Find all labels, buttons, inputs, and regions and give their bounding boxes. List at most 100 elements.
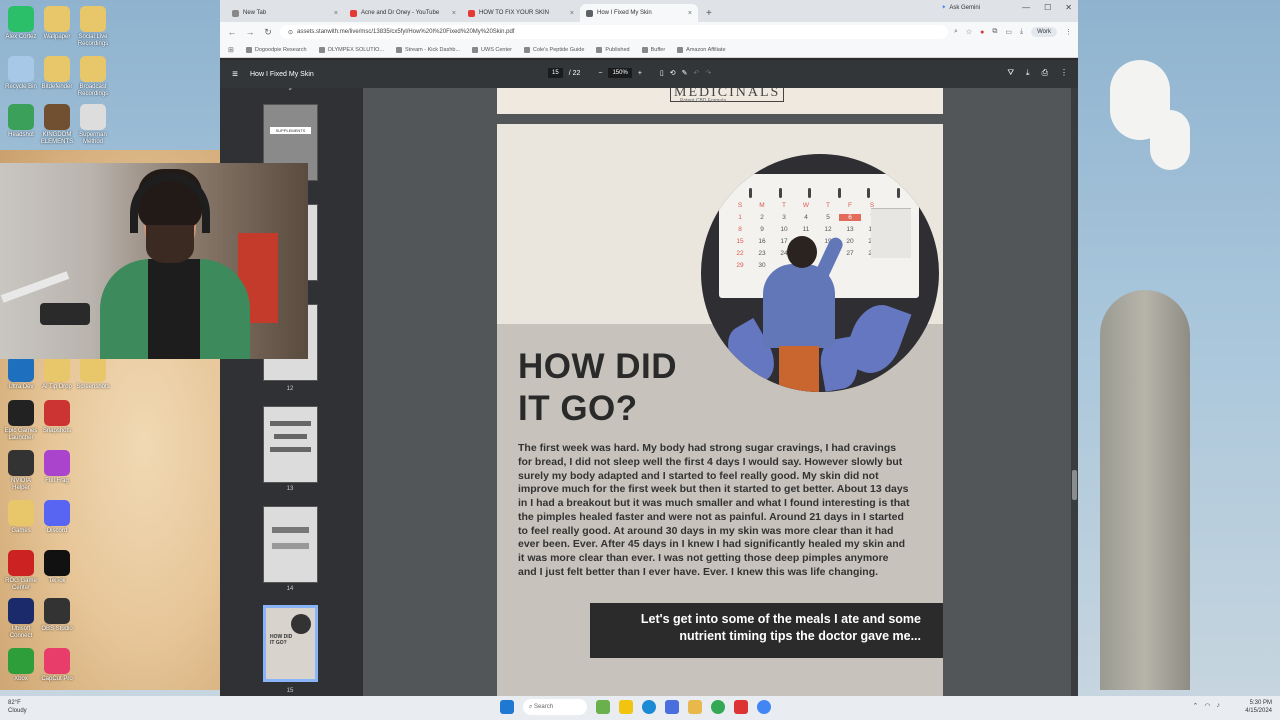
desktop-icon[interactable]: TikTok	[38, 550, 76, 594]
bookmark-item[interactable]: Amazon Affiliate	[677, 46, 726, 53]
extension-record-icon[interactable]: ●	[980, 29, 984, 36]
desktop-icon[interactable]: Ubisoft Connect	[2, 598, 40, 642]
desktop-icon[interactable]: KINGDOM ELEMENTS	[38, 104, 76, 148]
print-icon[interactable]: ⎙	[1042, 68, 1048, 78]
chrome-icon[interactable]	[711, 700, 725, 714]
desktop-icon[interactable]: Alex Cortez	[2, 6, 40, 50]
taskbar-clock[interactable]: 5:30 PM 4/15/2024	[1245, 699, 1272, 715]
desktop-icon-label: Games	[11, 528, 31, 534]
close-window-icon[interactable]: ✕	[1065, 3, 1072, 12]
new-tab-button[interactable]: +	[698, 8, 720, 22]
fit-page-icon[interactable]: ▯	[660, 69, 664, 77]
bookmark-label: OLYMPEX SOLUTIO...	[327, 46, 385, 53]
desktop-icon[interactable]: OBS Studio	[38, 598, 76, 642]
thumbnail-page-13[interactable]	[263, 406, 318, 483]
wifi-icon[interactable]: ◠	[1204, 702, 1210, 710]
apps-grid-icon[interactable]: ⊞	[228, 46, 234, 54]
folder-icon[interactable]	[688, 700, 702, 714]
chevron-up-icon[interactable]: ⌃	[1193, 702, 1199, 710]
desktop-icon[interactable]: Bitdefender	[38, 56, 76, 100]
close-icon[interactable]: ×	[334, 10, 338, 17]
zoom-in-button[interactable]: +	[638, 70, 642, 77]
url-field[interactable]: ⊙ assets.stanwith.me/live/msc/13835/cx5fy…	[280, 25, 948, 39]
desktop-icon[interactable]: Snapshots	[38, 400, 76, 444]
weather-widget[interactable]: 82°F Cloudy	[8, 699, 27, 715]
zoom-out-button[interactable]: −	[598, 70, 602, 77]
desktop-icon[interactable]: Xbox	[2, 648, 40, 692]
tab-new[interactable]: New Tab ×	[226, 4, 344, 22]
redo-icon[interactable]: ↷	[705, 69, 711, 77]
sidebar-panel-icon[interactable]: ▭	[1005, 28, 1012, 36]
ask-gemini-button[interactable]: ✦ Ask Gemini	[941, 4, 980, 12]
chrome-profile-icon[interactable]	[757, 700, 771, 714]
bookmark-item[interactable]: UWS Center	[472, 46, 512, 53]
download-icon[interactable]: ⤓	[1026, 68, 1030, 78]
desktop-icon[interactable]: Epic Games Launcher	[2, 400, 40, 444]
scrollbar-thumb[interactable]	[1072, 470, 1077, 500]
desktop-icon[interactable]: Headshot	[2, 104, 40, 148]
cta-banner: Let's get into some of the meals I ate a…	[590, 603, 943, 658]
bookmark-item[interactable]: Cole's Peptide Guide	[523, 46, 584, 53]
thumbnail-page-15-selected[interactable]: HOW DID IT GO?	[263, 605, 318, 682]
desktop-icon[interactable]: ROG Game Center	[2, 550, 40, 594]
minimize-icon[interactable]: —	[1022, 3, 1030, 12]
download-icon[interactable]: ⤓	[1020, 28, 1023, 36]
undo-icon[interactable]: ↶	[694, 69, 700, 77]
desktop-icon[interactable]: Recycle Bin	[2, 56, 40, 100]
back-arrow-icon[interactable]: ←	[226, 27, 238, 37]
close-icon[interactable]: ×	[452, 10, 456, 17]
desktop-icon[interactable]: Social Live Recordings	[74, 6, 112, 50]
desktop-icon[interactable]: CapCut Pro	[38, 648, 76, 692]
thumbnail-page-14[interactable]	[263, 506, 318, 583]
desktop-icon[interactable]: NVIDIA Helper	[2, 450, 40, 494]
site-info-icon[interactable]: ⊙	[288, 29, 293, 36]
tab-pdf-active[interactable]: How I Fixed My Skin ×	[580, 4, 698, 22]
viewer-scrollbar[interactable]	[1071, 88, 1078, 696]
desktop-icon[interactable]: Discord	[38, 500, 76, 544]
annotate-icon[interactable]: ✎	[682, 69, 688, 77]
windows-start-icon[interactable]	[500, 700, 514, 714]
bookmark-item[interactable]: Stream - Kick Dashb...	[396, 46, 460, 53]
desktop-icon[interactable]: Superman Method	[74, 104, 112, 148]
zoom-level-input[interactable]: 150%	[608, 68, 632, 78]
drive-save-icon[interactable]: ⛛	[1007, 68, 1014, 78]
widgets-icon[interactable]	[596, 700, 610, 714]
desktop-icon[interactable]: Al Tip Drop	[38, 356, 76, 400]
bookmark-item[interactable]: Published	[596, 46, 630, 53]
desktop-icon[interactable]: Games	[2, 500, 40, 544]
volume-icon[interactable]: ♪	[1217, 702, 1221, 710]
calendar-cell: 1	[738, 214, 742, 221]
page-number-input[interactable]: 15	[548, 68, 563, 78]
app-red-icon[interactable]	[734, 700, 748, 714]
bookmark-favicon-icon	[677, 46, 684, 53]
menu-hamburger-icon[interactable]: ≡	[220, 69, 250, 80]
tab-youtube-fix-skin[interactable]: HOW TO FIX YOUR SKIN ×	[462, 4, 580, 22]
taskbar-search[interactable]: ⌕ Search	[523, 699, 587, 715]
search-icon[interactable]: ⌕	[954, 28, 958, 36]
file-explorer-icon[interactable]	[619, 700, 633, 714]
profile-button[interactable]: Work	[1031, 27, 1057, 37]
bookmark-item[interactable]: Buffer	[641, 46, 665, 53]
desktop-icon[interactable]: Ultra Dev	[2, 356, 40, 400]
person-head	[787, 236, 817, 268]
desktop-icon[interactable]: Wallpaper	[38, 6, 76, 50]
close-icon[interactable]: ×	[688, 10, 692, 17]
youtube-icon	[468, 9, 475, 17]
close-icon[interactable]: ×	[570, 10, 574, 17]
desktop-icon[interactable]: Broadcast Recordings	[74, 56, 112, 100]
more-options-icon[interactable]: ⋮	[1060, 68, 1068, 78]
bookmark-item[interactable]: Dogoodpie Research	[245, 46, 307, 53]
maximize-icon[interactable]: ☐	[1044, 3, 1051, 12]
forward-arrow-icon[interactable]: →	[244, 27, 256, 37]
desktop-icon[interactable]: Screenshots	[74, 356, 112, 400]
bookmark-item[interactable]: OLYMPEX SOLUTIO...	[318, 46, 385, 53]
desktop-icon[interactable]: Full Frag	[38, 450, 76, 494]
reload-icon[interactable]: ↻	[262, 27, 274, 38]
more-menu-icon[interactable]: ⋮	[1065, 28, 1072, 36]
tab-youtube-acne[interactable]: Acne and Dr Oney - YouTube ×	[344, 4, 462, 22]
edge-icon[interactable]	[642, 700, 656, 714]
store-icon[interactable]	[665, 700, 679, 714]
rotate-icon[interactable]: ⟲	[670, 69, 676, 77]
star-bookmark-icon[interactable]: ☆	[966, 28, 972, 36]
extensions-puzzle-icon[interactable]: ⧉	[992, 28, 997, 36]
